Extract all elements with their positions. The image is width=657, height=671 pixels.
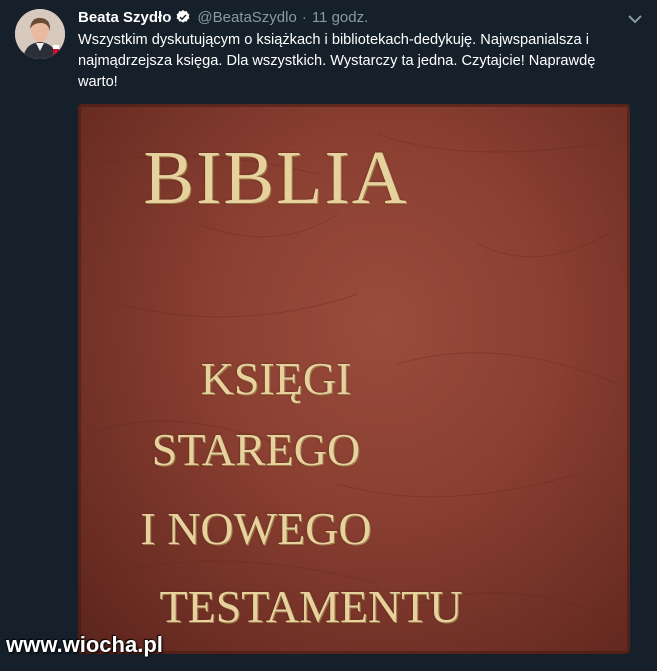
chevron-down-icon[interactable] xyxy=(627,11,643,29)
tweet-timestamp[interactable]: 11 godz. xyxy=(312,9,368,26)
cover-line-2: STAREGO xyxy=(151,424,361,475)
cover-line-3: I NOWEGO xyxy=(140,503,372,554)
cover-title: BIBLIA xyxy=(143,136,409,220)
author-handle[interactable]: @BeataSzydlo xyxy=(197,9,296,26)
separator-dot: · xyxy=(301,8,307,26)
tweet-text: Wszystkim dyskutującym o książkach i bib… xyxy=(78,32,596,90)
tweet-header: Beata Szydło @BeataSzydlo · 11 godz. xyxy=(78,7,637,27)
tweet: Beata Szydło @BeataSzydlo · 11 godz. Wsz… xyxy=(0,0,657,671)
avatar[interactable] xyxy=(15,9,65,59)
cover-line-4: TESTAMENTU xyxy=(159,581,463,632)
watermark: www.wiocha.pl xyxy=(6,632,163,657)
cover-line-1: KSIĘGI xyxy=(200,353,352,404)
author-name[interactable]: Beata Szydło xyxy=(78,9,171,26)
verified-badge-icon xyxy=(175,9,191,25)
